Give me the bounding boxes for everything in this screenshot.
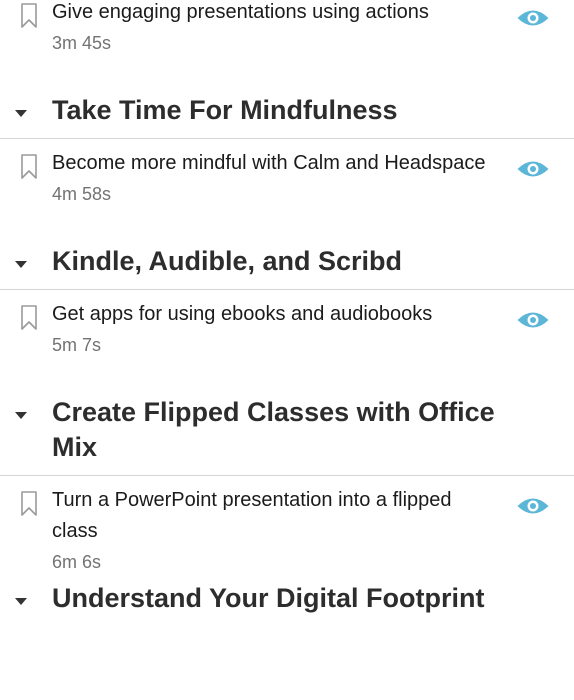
video-duration: 5m 7s	[52, 335, 102, 355]
bookmark-icon[interactable]	[20, 491, 38, 517]
eye-icon[interactable]	[516, 495, 550, 517]
video-title[interactable]: Turn a PowerPoint presentation into a fl…	[52, 485, 494, 547]
caret-down-icon[interactable]	[15, 598, 27, 605]
video-item[interactable]: Give engaging presentations using action…	[0, 0, 574, 93]
eye-icon[interactable]	[516, 309, 550, 331]
eye-icon[interactable]	[516, 7, 550, 29]
eye-icon[interactable]	[516, 158, 550, 180]
chapter-header[interactable]: Kindle, Audible, and Scribd	[0, 244, 574, 290]
bookmark-icon[interactable]	[20, 305, 38, 331]
video-title[interactable]: Get apps for using ebooks and audiobooks	[52, 299, 494, 330]
video-item[interactable]: Become more mindful with Calm and Headsp…	[0, 148, 574, 244]
chapter-title[interactable]: Take Time For Mindfulness	[52, 93, 514, 128]
chapter-title[interactable]: Understand Your Digital Footprint	[52, 581, 514, 616]
bookmark-icon[interactable]	[20, 3, 38, 29]
chapter-title[interactable]: Kindle, Audible, and Scribd	[52, 244, 514, 279]
bookmark-icon[interactable]	[20, 154, 38, 180]
chapter-header[interactable]: Take Time For Mindfulness	[0, 93, 574, 139]
chapter-header[interactable]: Create Flipped Classes with Office Mix	[0, 395, 574, 476]
table-of-contents: Give engaging presentations using action…	[0, 0, 574, 635]
chapter-title[interactable]: Create Flipped Classes with Office Mix	[52, 395, 514, 465]
video-item[interactable]: Turn a PowerPoint presentation into a fl…	[0, 485, 574, 581]
video-duration: 6m 6s	[52, 552, 102, 572]
chapter-header[interactable]: Understand Your Digital Footprint	[0, 581, 574, 626]
caret-down-icon[interactable]	[15, 110, 27, 117]
video-title[interactable]: Give engaging presentations using action…	[52, 0, 494, 28]
caret-down-icon[interactable]	[15, 261, 27, 268]
video-duration: 4m 58s	[52, 184, 112, 204]
caret-down-icon[interactable]	[15, 412, 27, 419]
video-title[interactable]: Become more mindful with Calm and Headsp…	[52, 148, 494, 179]
video-duration: 3m 45s	[52, 33, 112, 53]
video-item[interactable]: Get apps for using ebooks and audiobooks…	[0, 299, 574, 395]
